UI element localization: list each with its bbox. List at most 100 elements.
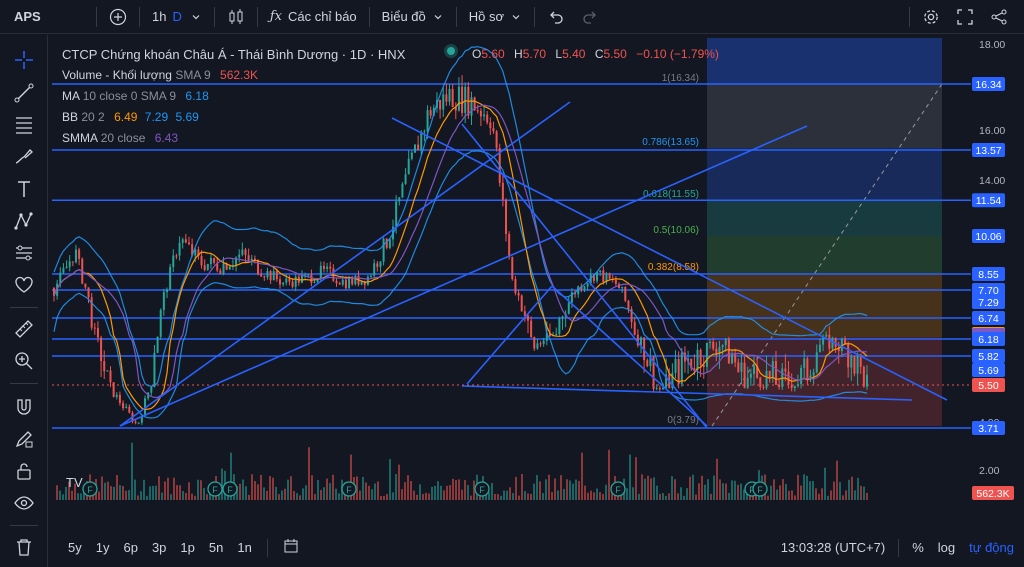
volume-bar [521,474,523,500]
chart-type-button[interactable]: Biểu đồ [374,0,452,34]
candle-body [413,144,416,153]
volume-bar [431,486,433,500]
volume-bar [713,475,715,500]
interval-selector[interactable]: 1h D [144,0,210,34]
auto-scale-toggle[interactable]: tự động [962,540,1024,555]
volume-legend[interactable]: Volume - Khối lượng SMA 9 562.3K [62,65,405,86]
percent-toggle[interactable]: % [905,540,931,555]
candle-body [621,286,624,289]
symbol-search[interactable]: APS [0,0,92,34]
volume-bar [407,475,409,500]
brush-tool[interactable] [12,145,36,169]
ma-legend[interactable]: MA 10 close 0 SMA 9 6.18 [62,86,405,107]
candle-body [479,110,482,117]
volume-bar [809,481,811,500]
add-symbol-button[interactable] [101,0,135,34]
text-tool[interactable] [12,177,36,201]
volume-bar [260,474,262,500]
chevron-down-icon [192,14,200,19]
candle-style-button[interactable] [219,0,253,34]
volume-bar [179,485,181,500]
separator [455,6,457,27]
candle-body [539,343,542,345]
candle-body [100,337,103,362]
range-3m[interactable]: 3p [145,540,173,555]
volume-bar [152,485,154,500]
candle-body [526,315,529,321]
volume-bar [668,493,670,500]
range-1y[interactable]: 1y [89,540,117,555]
volume-bar [122,486,124,500]
smma-name: SMMA [62,131,98,145]
volume-bar [539,481,541,500]
magnet-tool[interactable] [12,395,36,419]
candle-body [269,271,272,281]
volume-bar [500,495,502,500]
share-button[interactable] [982,0,1024,34]
range-1d[interactable]: 1n [230,540,258,555]
candle-body [187,242,190,245]
candle-body [203,265,206,270]
indicators-button[interactable]: ƒx Các chỉ báo [262,0,365,34]
volume-bar [308,447,310,500]
redo-button[interactable] [573,0,607,34]
volume-bar [287,479,289,500]
volume-bar [560,475,562,500]
volume-bar [110,486,112,500]
bottom-toolbar: 5y 1y 6p 3p 1p 5n 1n 13:03:28 (UTC+7) % … [52,528,1024,567]
candle-body [511,257,514,280]
volume-bar [770,485,772,500]
volume-bar [434,485,436,500]
remove-drawings-tool[interactable] [12,535,36,559]
candle-body [366,276,369,285]
volume-bar [140,491,142,500]
stay-drawing-tool[interactable] [12,427,36,451]
price-axis[interactable]: 18.0016.0014.004.002.0016.3413.5711.5410… [971,38,1024,500]
volume-bar [659,493,661,500]
zoom-tool[interactable] [12,349,36,373]
candle-body [784,368,787,372]
clock-readout[interactable]: 13:03:28 (UTC+7) [774,540,892,555]
price-tag-label: 6.74 [978,313,999,325]
volume-bar [860,485,862,500]
lock-tool[interactable] [12,459,36,483]
crosshair-tool[interactable] [12,48,36,72]
fib-tool[interactable] [12,113,36,137]
pattern-tool[interactable] [12,209,36,233]
volume-bar [863,486,865,500]
candle-body [209,258,212,264]
visibility-tool[interactable] [12,491,36,515]
candle-body [275,271,278,280]
range-1m[interactable]: 1p [173,540,201,555]
bb-legend[interactable]: BB 20 2 6.49 7.29 5.69 [62,107,405,128]
volume-bar [740,483,742,500]
log-toggle[interactable]: log [931,540,962,555]
separator [909,6,910,27]
settings-button[interactable] [914,0,948,34]
goto-date-button[interactable] [276,538,306,557]
trendline-tool[interactable] [12,81,36,105]
smma-legend[interactable]: SMMA 20 close 6.43 [62,128,405,149]
volume-bar [653,477,655,500]
measure-tool[interactable] [12,317,36,341]
volume-bar [842,495,844,500]
forecast-tool[interactable] [12,241,36,265]
range-6m[interactable]: 6p [116,540,144,555]
volume-bar [368,485,370,500]
candle-body [382,238,385,262]
volume-bar [272,477,274,500]
favorites-tool[interactable] [12,273,36,297]
range-5d[interactable]: 5n [202,540,230,555]
fib-level-label: 1(16.34) [662,73,699,84]
candle-body [272,271,275,281]
brush-icon [15,149,33,164]
undo-button[interactable] [539,0,573,34]
fullscreen-button[interactable] [948,0,982,34]
candle-body [115,394,118,397]
volume-bar [824,467,826,500]
candle-body [429,110,432,116]
profile-button[interactable]: Hồ sơ [461,0,530,34]
volume-bar [719,479,721,500]
candle-body [501,182,504,200]
range-5y[interactable]: 5y [52,540,89,555]
